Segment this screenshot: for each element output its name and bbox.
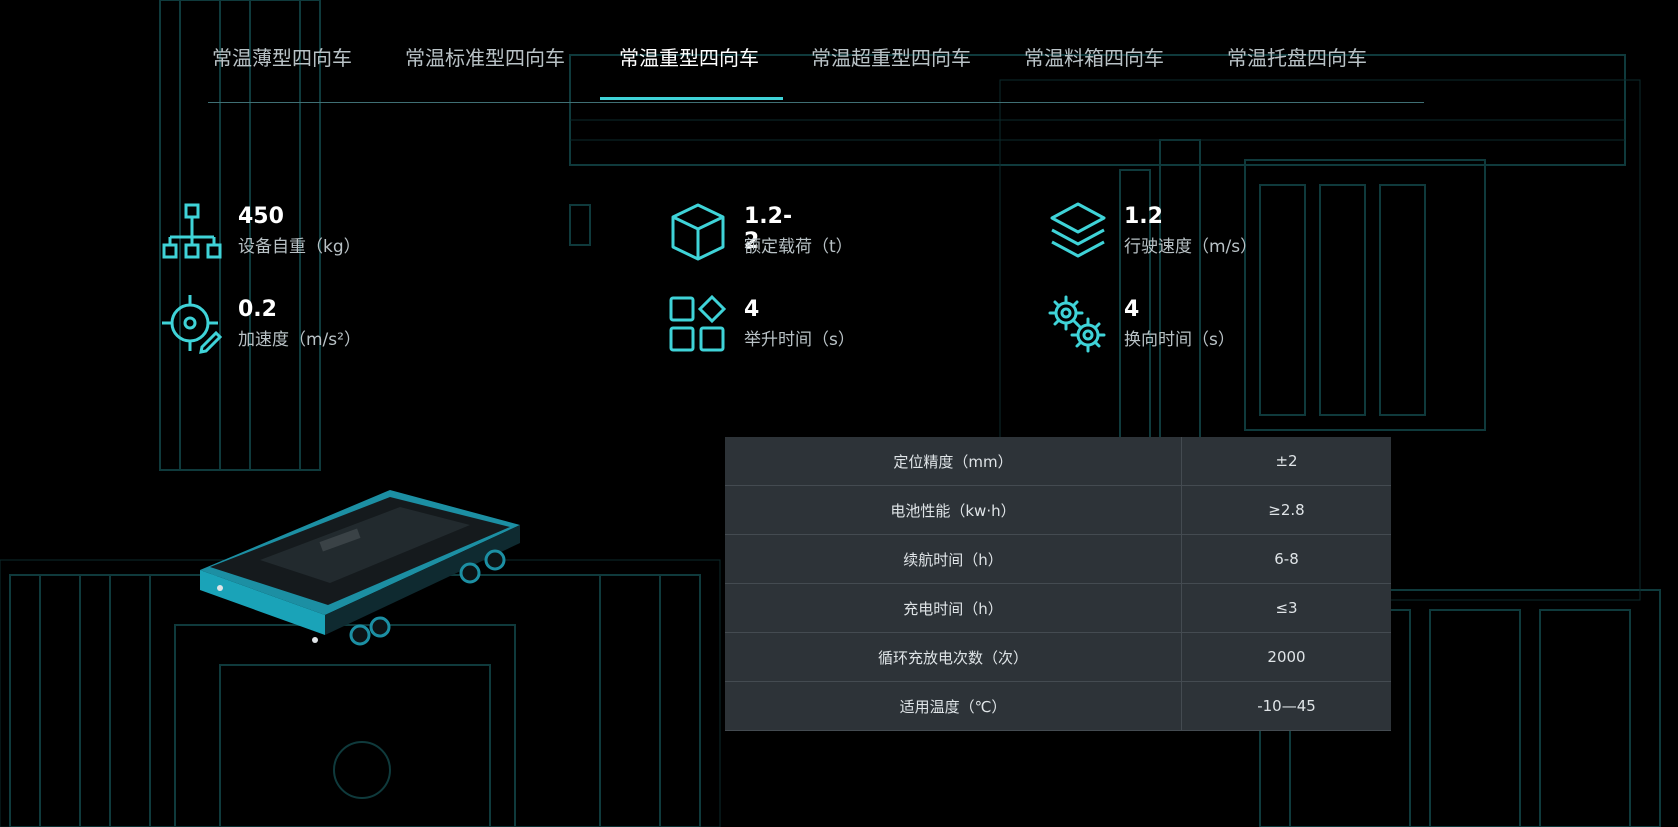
apps-icon	[669, 295, 727, 352]
stat-label: 行驶速度（m/s）	[1124, 237, 1258, 257]
layers-icon	[1050, 202, 1106, 258]
stat-label: 换向时间（s）	[1124, 330, 1235, 350]
spec-value: -10—45	[1181, 681, 1391, 731]
table-row: 循环充放电次数（次） 2000	[725, 632, 1391, 682]
stat-value: 4	[744, 297, 760, 322]
tab-bin[interactable]: 常温料箱四向车	[1024, 42, 1164, 71]
table-row: 充电时间（h） ≤3	[725, 583, 1391, 633]
stat-value: 1.2	[1124, 204, 1163, 229]
tab-pallet[interactable]: 常温托盘四向车	[1227, 42, 1367, 71]
spec-value: ≤3	[1181, 583, 1391, 633]
spec-key: 电池性能（kw·h）	[725, 485, 1182, 535]
tab-super-heavy[interactable]: 常温超重型四向车	[811, 42, 971, 71]
active-tab-indicator	[600, 97, 783, 100]
stat-label: 额定载荷（t）	[744, 237, 853, 257]
category-tabs: 常温薄型四向车 常温标准型四向车 常温重型四向车 常温超重型四向车 常温料箱四向…	[0, 0, 1678, 103]
table-row: 电池性能（kw·h） ≥2.8	[725, 485, 1391, 535]
stat-label: 设备自重（kg）	[238, 237, 361, 257]
stat-label: 加速度（m/s²）	[238, 330, 361, 350]
shuttle-vehicle-image	[200, 490, 520, 646]
tab-thin[interactable]: 常温薄型四向车	[212, 42, 352, 71]
spec-key: 循环充放电次数（次）	[725, 632, 1182, 682]
spec-table: 定位精度（mm） ±2 电池性能（kw·h） ≥2.8 续航时间（h） 6-8 …	[725, 437, 1391, 731]
tab-standard[interactable]: 常温标准型四向车	[405, 42, 565, 71]
tab-divider	[208, 102, 1424, 103]
table-row: 定位精度（mm） ±2	[725, 437, 1391, 486]
stat-value: 4	[1124, 297, 1140, 322]
target-icon	[162, 295, 222, 354]
spec-key: 充电时间（h）	[725, 583, 1182, 633]
spec-key: 定位精度（mm）	[725, 437, 1182, 486]
table-row: 适用温度（℃） -10—45	[725, 681, 1391, 731]
spec-key: 续航时间（h）	[725, 534, 1182, 584]
spec-value: ≥2.8	[1181, 485, 1391, 535]
box-icon	[671, 203, 725, 261]
stat-value: 450	[238, 204, 284, 229]
gears-icon	[1048, 295, 1106, 353]
stat-label: 举升时间（s）	[744, 330, 855, 350]
spec-value: 6-8	[1181, 534, 1391, 584]
spec-value: ±2	[1181, 437, 1391, 486]
table-row: 续航时间（h） 6-8	[725, 534, 1391, 584]
stat-value: 0.2	[238, 297, 277, 322]
hierarchy-icon	[162, 203, 222, 259]
tab-heavy[interactable]: 常温重型四向车	[619, 42, 759, 71]
spec-value: 2000	[1181, 632, 1391, 682]
spec-key: 适用温度（℃）	[725, 681, 1182, 731]
